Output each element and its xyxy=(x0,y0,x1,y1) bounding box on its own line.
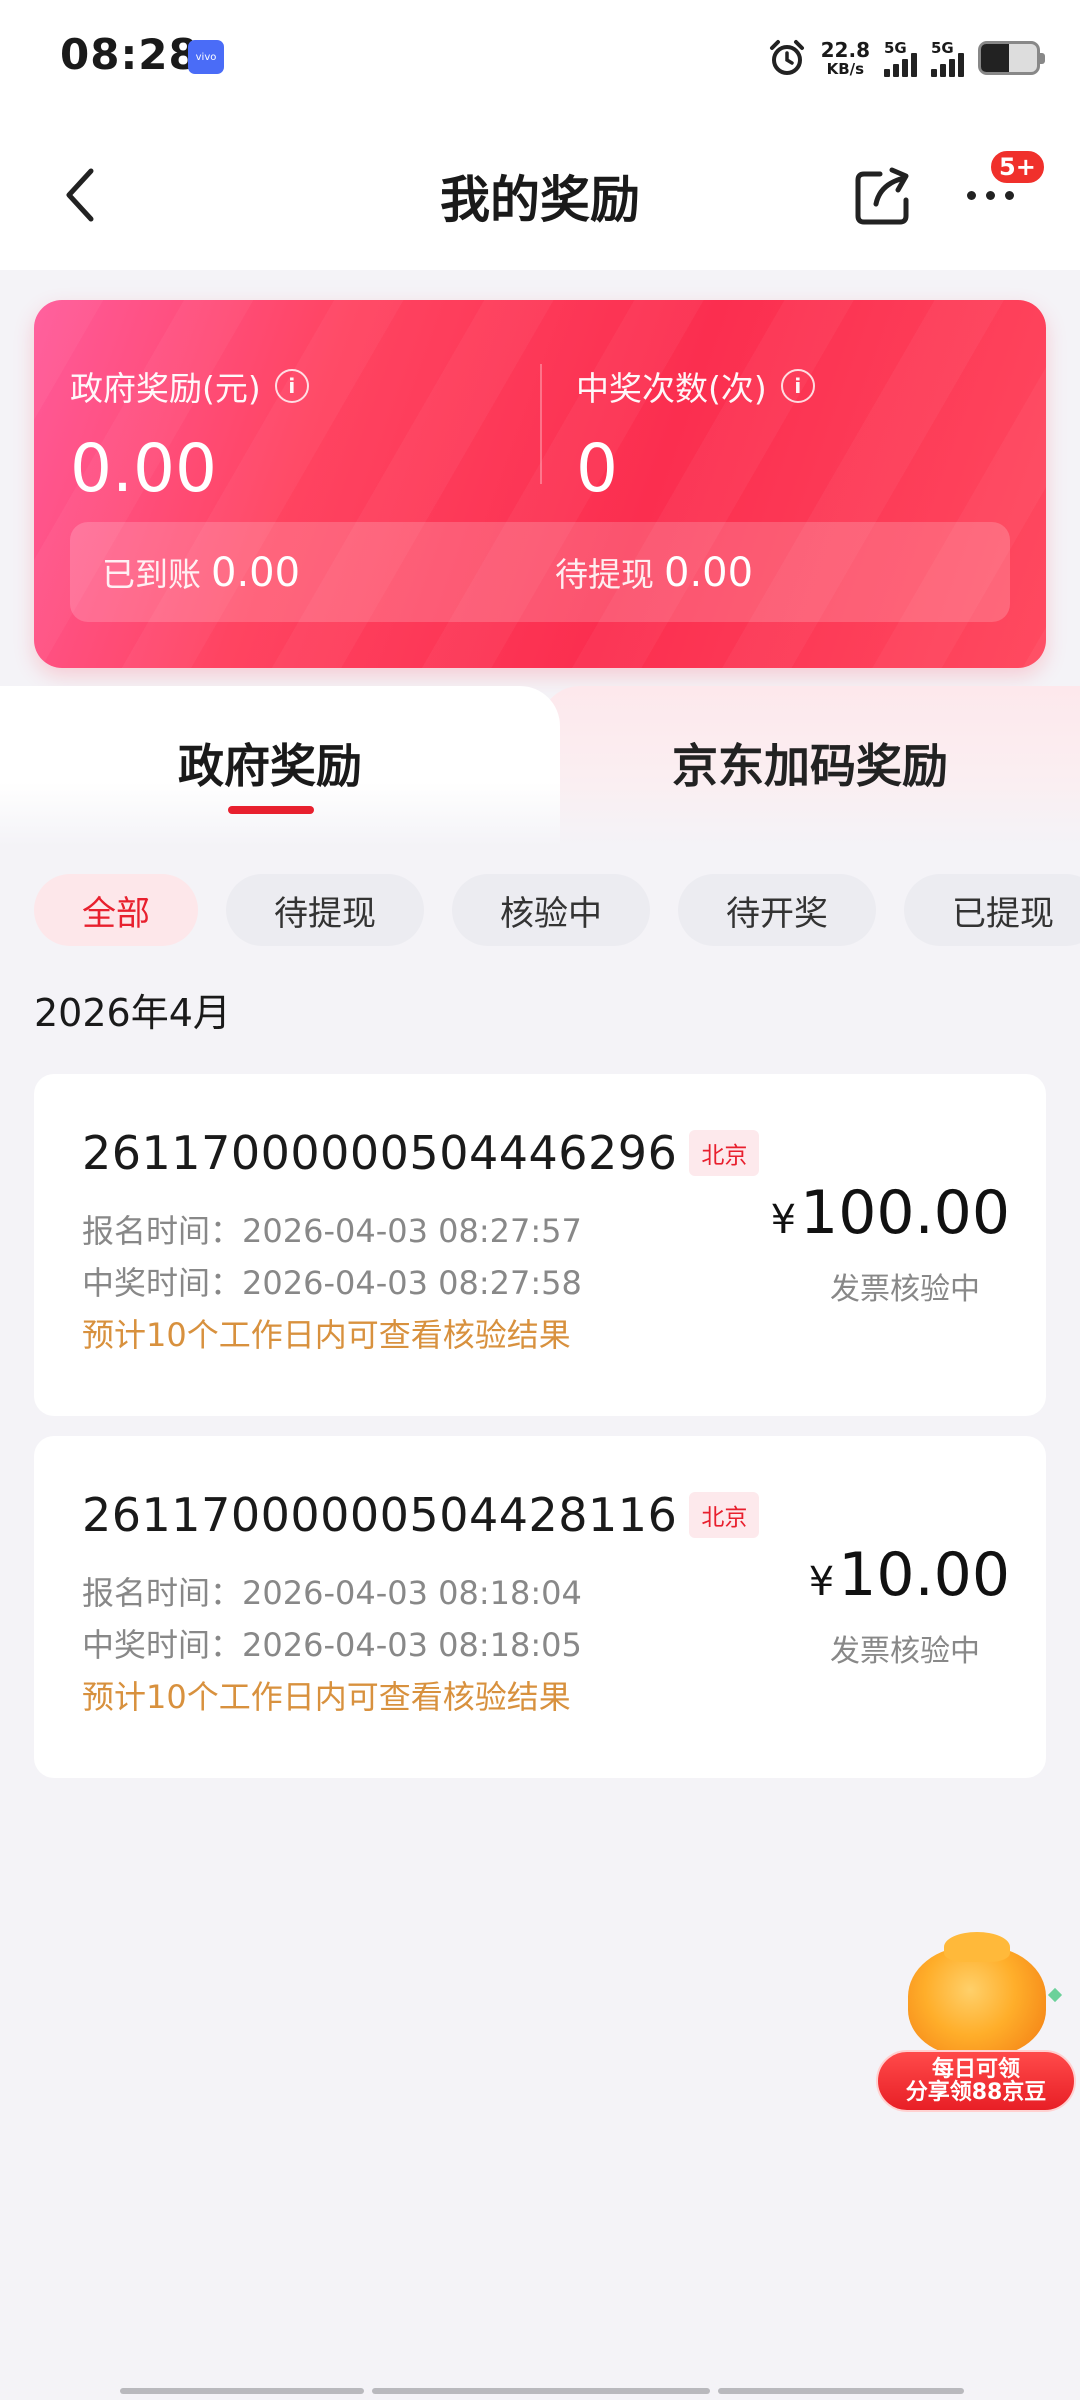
promo-line2: 分享领88京豆 xyxy=(905,2080,1047,2105)
win-count-value: 0 xyxy=(576,430,618,507)
gov-reward-value: 0.00 xyxy=(70,430,217,507)
gesture-bar xyxy=(120,2388,964,2394)
signal-sim1-icon: 5G xyxy=(884,39,917,77)
reward-amount: ¥100.00 xyxy=(771,1178,1010,1248)
tab-jd-bonus-reward[interactable]: 京东加码奖励 xyxy=(540,730,1080,796)
status-bar: 08:28 vivo 22.8 KB/s 5G 5G xyxy=(0,0,1080,120)
promo-label: 每日可领 分享领88京豆 xyxy=(876,2050,1076,2112)
divider xyxy=(540,364,542,484)
win-time: 中奖时间：2026-04-03 08:18:05 xyxy=(82,1626,582,1664)
location-tag: 北京 xyxy=(689,1492,760,1538)
win-count-label: 中奖次数(次) xyxy=(576,369,767,408)
battery-icon xyxy=(978,41,1045,75)
filter-pending-withdraw[interactable]: 待提现 xyxy=(226,874,424,946)
month-header: 2026年4月 xyxy=(34,991,231,1035)
sim2-label: 5G xyxy=(931,39,954,57)
net-speed-unit: KB/s xyxy=(826,59,865,78)
verification-note: 预计10个工作日内可查看核验结果 xyxy=(82,1678,571,1716)
info-icon[interactable]: i xyxy=(780,369,815,403)
filter-withdrawn[interactable]: 已提现 xyxy=(904,874,1080,946)
signup-time: 报名时间：2026-04-03 08:27:57 xyxy=(82,1212,582,1250)
lucky-bag-icon xyxy=(908,1932,1046,2056)
reward-summary-card: 政府奖励(元) i 0.00 中奖次数(次) i 0 已到账 0.00 待提现 … xyxy=(34,300,1046,668)
record-status: 发票核验中 xyxy=(830,1272,980,1307)
status-filter-bar: 全部 待提现 核验中 待开奖 已提现 xyxy=(34,874,1080,946)
tab-gov-reward[interactable]: 政府奖励 xyxy=(0,730,540,796)
amount-value: 10.00 xyxy=(838,1540,1010,1610)
filter-all[interactable]: 全部 xyxy=(34,874,198,946)
page-title: 我的奖励 xyxy=(440,171,640,229)
received-value: 0.00 xyxy=(211,550,301,596)
nav-bar: 我的奖励 xyxy=(0,120,1080,270)
currency-symbol: ¥ xyxy=(770,1197,797,1243)
daily-jd-bean-promo[interactable]: 每日可领 分享领88京豆 xyxy=(872,1932,1080,2114)
record-id: 26117000000504428116 xyxy=(82,1488,678,1542)
vivo-logo-icon: vivo xyxy=(188,40,224,74)
pending-value: 0.00 xyxy=(664,550,754,596)
amount-value: 100.00 xyxy=(800,1178,1010,1248)
currency-symbol: ¥ xyxy=(808,1559,835,1605)
record-status: 发票核验中 xyxy=(830,1634,980,1669)
signup-time: 报名时间：2026-04-03 08:18:04 xyxy=(82,1574,582,1612)
more-icon xyxy=(966,190,976,200)
filter-verifying[interactable]: 核验中 xyxy=(452,874,650,946)
alarm-icon xyxy=(769,40,804,75)
pending-label: 待提现 xyxy=(555,555,654,594)
notification-badge: 5+ xyxy=(988,148,1047,186)
reward-tabs: 政府奖励 京东加码奖励 xyxy=(0,686,1080,846)
win-time: 中奖时间：2026-04-03 08:27:58 xyxy=(82,1264,582,1302)
sparkle-icon xyxy=(1047,1987,1063,2003)
win-count-stat: 中奖次数(次) i 0 xyxy=(576,362,815,507)
gov-reward-label: 政府奖励(元) xyxy=(70,369,261,408)
promo-line1: 每日可领 xyxy=(931,2056,1020,2082)
reward-amount: ¥10.00 xyxy=(809,1540,1010,1610)
reward-breakdown: 已到账 0.00 待提现 0.00 xyxy=(70,522,1010,622)
gov-reward-stat: 政府奖励(元) i 0.00 xyxy=(70,362,309,507)
status-indicators: 22.8 KB/s 5G 5G xyxy=(767,28,1045,88)
active-tab-indicator xyxy=(228,806,314,814)
filter-pending-draw[interactable]: 待开奖 xyxy=(678,874,876,946)
sim1-label: 5G xyxy=(884,39,907,57)
net-speed: 22.8 KB/s xyxy=(821,40,870,77)
record-id: 26117000000504446296 xyxy=(82,1126,678,1180)
reward-record[interactable]: 26117000000504446296 北京 报名时间：2026-04-03 … xyxy=(34,1074,1046,1416)
reward-record[interactable]: 26117000000504428116 北京 报名时间：2026-04-03 … xyxy=(34,1436,1046,1778)
received-label: 已到账 xyxy=(102,555,201,594)
share-icon[interactable] xyxy=(850,162,916,228)
location-tag: 北京 xyxy=(689,1130,760,1176)
verification-note: 预计10个工作日内可查看核验结果 xyxy=(82,1316,571,1354)
info-icon[interactable]: i xyxy=(274,369,309,403)
status-time: 08:28 xyxy=(60,30,199,79)
signal-sim2-icon: 5G xyxy=(931,39,964,77)
net-speed-value: 22.8 xyxy=(820,37,870,62)
